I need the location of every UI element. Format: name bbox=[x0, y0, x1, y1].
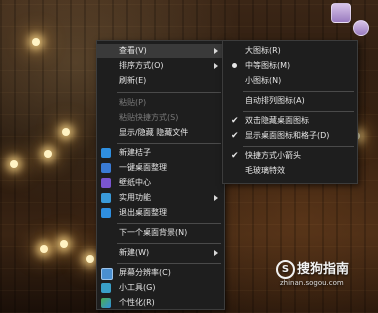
menu-item-new-fence[interactable]: 新建桔子 bbox=[97, 146, 224, 160]
submenu-arrow-icon bbox=[214, 195, 218, 201]
menu-item-next-background[interactable]: 下一个桌面背景(N) bbox=[97, 226, 224, 240]
submenu-arrow-icon bbox=[214, 48, 218, 54]
menu-separator bbox=[117, 92, 221, 93]
menu-item-exit-organize[interactable]: 退出桌面整理 bbox=[97, 206, 224, 220]
menu-item-label: 排序方式(O) bbox=[119, 61, 164, 70]
menu-item-label: 下一个桌面背景(N) bbox=[119, 228, 188, 237]
menu-item-label: 中等图标(M) bbox=[245, 61, 291, 70]
menu-item-label: 新建(W) bbox=[119, 248, 150, 257]
lamp-light bbox=[62, 128, 70, 136]
submenu-item-large-icons[interactable]: 大图标(R) bbox=[223, 44, 357, 58]
menu-separator bbox=[243, 111, 354, 112]
menu-separator bbox=[243, 91, 354, 92]
lamp-light bbox=[60, 240, 68, 248]
menu-item-label: 个性化(R) bbox=[119, 298, 155, 307]
personalize-icon bbox=[101, 298, 111, 308]
menu-separator bbox=[117, 143, 221, 144]
menu-item-paste[interactable]: 粘贴(P) bbox=[97, 96, 224, 110]
submenu-item-show-icons-and-fences[interactable]: ✔ 显示桌面图标和格子(D) bbox=[223, 129, 357, 143]
desktop-context-menu: 查看(V) 排序方式(O) 刷新(E) 粘贴(P) 粘贴快捷方式(S) 显示/隐… bbox=[96, 40, 225, 310]
view-submenu: 大图标(R) 中等图标(M) 小图标(N) 自动排列图标(A) ✔ 双击隐藏桌面… bbox=[222, 40, 358, 184]
menu-item-personalize[interactable]: 个性化(R) bbox=[97, 296, 224, 310]
menu-separator bbox=[117, 243, 221, 244]
monitor-icon bbox=[101, 268, 113, 280]
menu-item-new[interactable]: 新建(W) bbox=[97, 246, 224, 260]
submenu-item-small-icons[interactable]: 小图标(N) bbox=[223, 74, 357, 88]
watermark-brand: 搜狗指南 bbox=[297, 262, 350, 277]
menu-item-label: 小工具(G) bbox=[119, 283, 156, 292]
menu-item-label: 屏幕分辨率(C) bbox=[119, 268, 171, 277]
menu-item-label: 刷新(E) bbox=[119, 76, 147, 85]
submenu-item-auto-arrange[interactable]: 自动排列图标(A) bbox=[223, 94, 357, 108]
check-icon: ✔ bbox=[231, 151, 239, 161]
menu-item-label: 显示桌面图标和格子(D) bbox=[245, 131, 330, 140]
cube-icon bbox=[101, 178, 111, 188]
check-icon: ✔ bbox=[231, 131, 239, 141]
menu-item-label: 实用功能 bbox=[119, 193, 151, 202]
menu-item-label: 新建桔子 bbox=[119, 148, 151, 157]
lamp-light bbox=[44, 150, 52, 158]
tiles-icon bbox=[101, 193, 111, 203]
sogou-watermark: S 搜狗指南 bbox=[276, 258, 349, 279]
gadgets-icon bbox=[101, 283, 111, 293]
check-icon: ✔ bbox=[231, 116, 239, 126]
menu-item-wallpaper-center[interactable]: 壁纸中心 bbox=[97, 176, 224, 190]
watermark-url: zhinan.sogou.com bbox=[280, 279, 344, 287]
submenu-arrow-icon bbox=[214, 63, 218, 69]
menu-item-sort-by[interactable]: 排序方式(O) bbox=[97, 59, 224, 73]
lamp-light bbox=[32, 38, 40, 46]
menu-separator bbox=[243, 146, 354, 147]
menu-item-label: 退出桌面整理 bbox=[119, 208, 167, 217]
menu-item-screen-resolution[interactable]: 屏幕分辨率(C) bbox=[97, 266, 224, 280]
submenu-item-medium-icons[interactable]: 中等图标(M) bbox=[223, 59, 357, 73]
submenu-item-double-click-hide[interactable]: ✔ 双击隐藏桌面图标 bbox=[223, 114, 357, 128]
lamp-light bbox=[40, 245, 48, 253]
menu-separator bbox=[117, 223, 221, 224]
menu-item-label: 双击隐藏桌面图标 bbox=[245, 116, 309, 125]
menu-item-view[interactable]: 查看(V) bbox=[97, 44, 224, 58]
desktop-shortcut-icon[interactable] bbox=[331, 3, 351, 23]
submenu-item-shortcut-arrow[interactable]: ✔ 快捷方式小箭头 bbox=[223, 149, 357, 163]
exit-icon bbox=[101, 208, 111, 218]
lamp-light bbox=[86, 255, 94, 263]
menu-item-label: 快捷方式小箭头 bbox=[245, 151, 301, 160]
menu-item-label: 大图标(R) bbox=[245, 46, 281, 55]
menu-item-label: 一键桌面整理 bbox=[119, 163, 167, 172]
menu-item-label: 毛玻璃特效 bbox=[245, 166, 285, 175]
submenu-item-frosted-glass[interactable]: 毛玻璃特效 bbox=[223, 164, 357, 178]
menu-item-toggle-hidden-files[interactable]: 显示/隐藏 隐藏文件 bbox=[97, 126, 224, 140]
submenu-arrow-icon bbox=[214, 250, 218, 256]
desktop-shortcut-icon[interactable] bbox=[353, 20, 369, 36]
sogou-logo-icon: S bbox=[276, 260, 295, 279]
menu-item-label: 壁纸中心 bbox=[119, 178, 151, 187]
menu-item-label: 显示/隐藏 隐藏文件 bbox=[119, 128, 189, 137]
menu-item-gadgets[interactable]: 小工具(G) bbox=[97, 281, 224, 295]
menu-item-label: 自动排列图标(A) bbox=[245, 96, 305, 105]
radio-dot-icon bbox=[232, 63, 237, 68]
menu-item-paste-shortcut[interactable]: 粘贴快捷方式(S) bbox=[97, 111, 224, 125]
grid-icon bbox=[101, 163, 111, 173]
menu-item-label: 粘贴(P) bbox=[119, 98, 147, 107]
menu-item-utilities[interactable]: 实用功能 bbox=[97, 191, 224, 205]
menu-item-organize-desktop[interactable]: 一键桌面整理 bbox=[97, 161, 224, 175]
menu-item-refresh[interactable]: 刷新(E) bbox=[97, 74, 224, 88]
plus-icon bbox=[101, 148, 111, 158]
menu-item-label: 粘贴快捷方式(S) bbox=[119, 113, 179, 122]
menu-item-label: 小图标(N) bbox=[245, 76, 282, 85]
lamp-light bbox=[10, 160, 18, 168]
menu-item-label: 查看(V) bbox=[119, 46, 147, 55]
menu-separator bbox=[117, 263, 221, 264]
